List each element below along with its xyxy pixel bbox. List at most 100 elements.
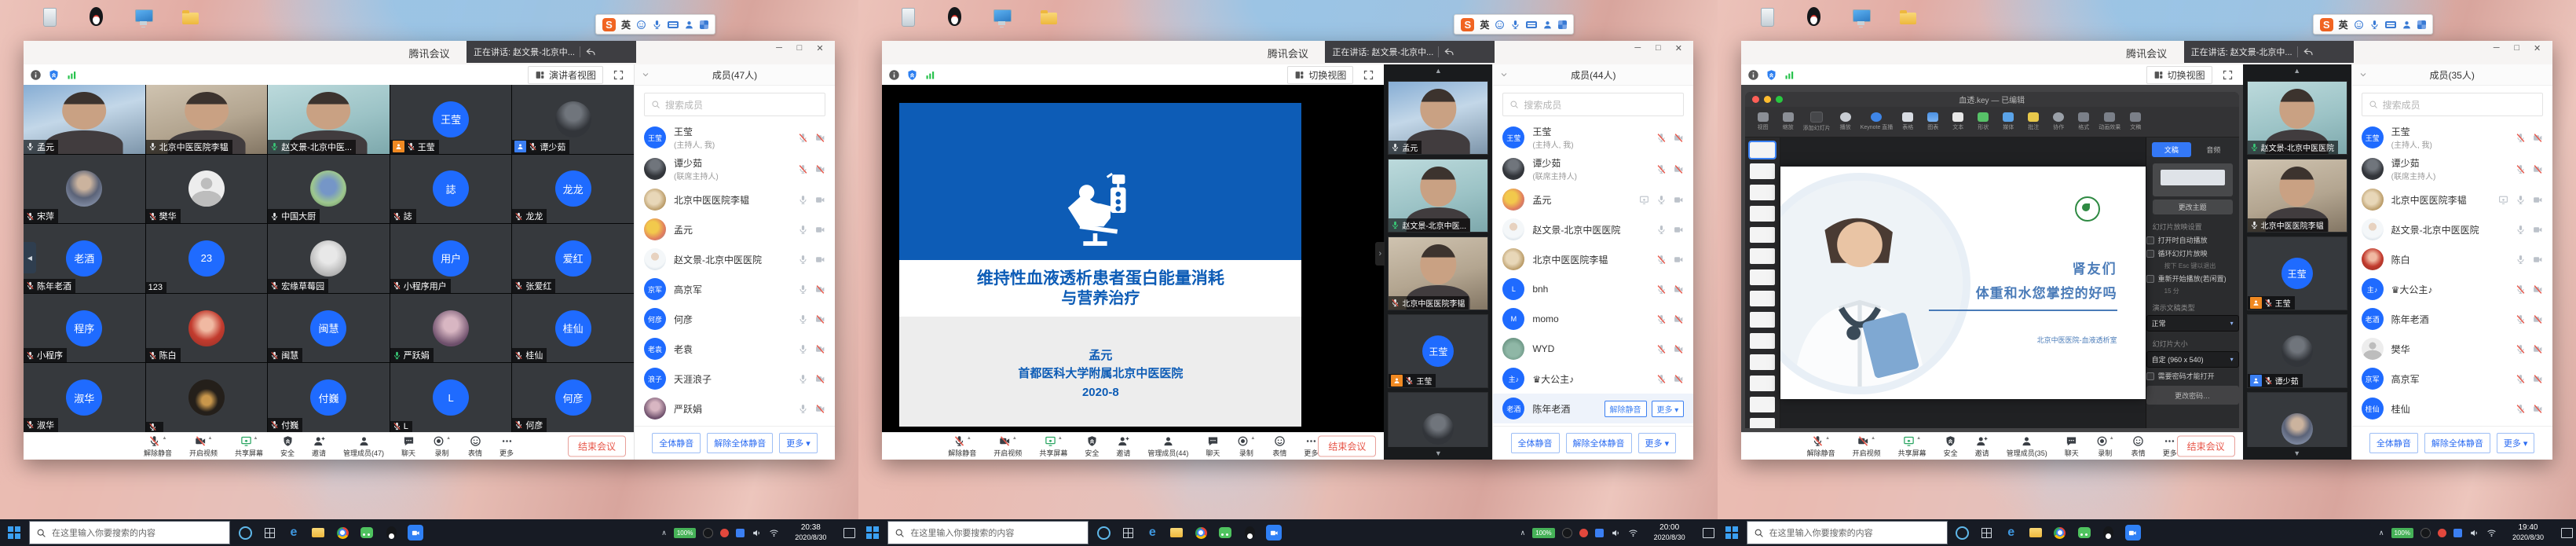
battery-indicator[interactable]: 100% [674,528,696,538]
camera-icon[interactable] [2533,284,2543,295]
mac-minimize-button[interactable] [1764,96,1771,103]
battery-indicator[interactable]: 100% [1532,528,1554,538]
this-pc-icon[interactable] [990,5,1014,31]
camera-icon[interactable] [815,284,825,295]
network-signal-icon[interactable] [924,69,936,81]
taskbar-search[interactable]: 在这里输入你要搜索的内容 [29,521,230,544]
qq-desktop-icon[interactable] [943,5,967,31]
mic-icon[interactable] [2516,133,2526,143]
camera-icon[interactable] [815,225,825,235]
wechat-icon[interactable] [2075,523,2094,542]
camera-icon[interactable] [2533,225,2543,235]
switch-view-button[interactable]: 演讲者视图 [528,66,603,84]
video-thumbnail[interactable]: 赵文景-北京中医... [1388,159,1488,233]
clock[interactable]: 19:40 2020/8/30 [2504,523,2552,542]
slide-thumbnail[interactable] [1750,206,1775,222]
input-method-bar[interactable]: S 英 [1454,14,1574,35]
ime-language-indicator[interactable]: 英 [2339,18,2348,31]
participant-tile[interactable]: 淑华 淑华 [24,363,145,432]
participant-tile[interactable]: L L [390,363,512,432]
participant-tile[interactable]: 誌 誌 [390,155,512,224]
network-icon[interactable] [2486,528,2497,538]
volume-icon[interactable] [2469,528,2479,538]
action-center-icon[interactable] [2561,528,2573,538]
emoji-icon[interactable] [1495,20,1505,30]
folder-icon[interactable] [1037,5,1061,31]
camera-icon[interactable] [815,195,825,205]
tray-expand-icon[interactable]: ∧ [661,529,667,537]
member-row[interactable]: M momo [1493,304,1693,334]
chevron-down-icon[interactable] [2358,70,2368,79]
input-method-bar[interactable]: S 英 [595,14,715,35]
unmute-button[interactable]: ▲ 解除静音 [144,435,172,458]
network-signal-icon[interactable] [1784,69,1795,81]
member-search-input[interactable]: 搜索成员 [644,93,825,116]
member-row[interactable]: 王莹 王莹 (主持人, 我) [635,122,835,153]
slide-thumbnail[interactable] [1750,291,1775,306]
inspector-row[interactable]: 正常 [2146,315,2239,332]
mic-icon[interactable] [2516,404,2526,414]
mic-icon[interactable] [798,225,808,235]
slide-thumbnail[interactable] [1750,418,1775,428]
manage-members-button[interactable]: 管理成员(47) [343,435,384,458]
fullscreen-icon[interactable] [1363,69,1374,81]
mic-icon[interactable] [798,195,808,205]
slide-thumbnail[interactable] [1750,312,1775,328]
member-row[interactable]: 北京中医医院李韫 [1493,244,1693,274]
participant-tile[interactable] [146,363,268,432]
keynote-toolbar-button[interactable]: 动画效果 [2098,112,2120,131]
active-speaker-bar[interactable]: 正在讲话: 赵文景-北京中... [467,41,636,63]
participant-tile[interactable]: 闽慧 闽慧 [268,294,390,363]
share-screen-button[interactable]: ▲ 共享屏幕 [1039,435,1067,458]
close-button[interactable]: ✕ [810,43,830,53]
jump-to-speaker-icon[interactable] [2303,46,2314,57]
file-explorer-icon[interactable] [1167,523,1186,542]
keynote-toolbar-button[interactable]: 视图 [1753,112,1773,131]
tray-app-icon[interactable] [1595,529,1604,537]
mic-icon[interactable] [2516,164,2526,174]
mic-icon[interactable] [1656,344,1667,354]
keynote-toolbar-button[interactable]: 批注 [2023,112,2044,131]
member-row[interactable]: 陈白 [2352,244,2552,274]
mac-zoom-button[interactable] [1776,96,1783,103]
jump-to-speaker-icon[interactable] [585,46,596,57]
tray-app-icon[interactable] [2438,529,2446,537]
mic-icon[interactable] [1656,314,1667,324]
video-thumbnail[interactable]: 王莹 王莹 [2247,236,2347,310]
edge-icon[interactable]: e [284,523,303,542]
mic-icon[interactable] [798,164,808,174]
inspector-row[interactable]: 需要密码才能打开 [2146,371,2239,381]
chevron-down-icon[interactable] [1499,70,1509,79]
chat-button[interactable]: 聊天 [2065,435,2079,458]
slide-thumbnail[interactable] [1750,227,1775,243]
slide-thumbnail[interactable] [1750,269,1775,285]
this-pc-icon[interactable] [1850,5,1873,31]
reactions-button[interactable]: 表情 [2131,435,2146,458]
participant-tile[interactable]: 桂仙 桂仙 [512,294,634,363]
tab-audio[interactable]: 音频 [2194,142,2234,157]
member-action-button[interactable]: 更多 ▾ [1652,401,1685,417]
video-thumbnail[interactable]: 谭少茹 [2247,314,2347,388]
inspector-row[interactable]: 演示文稿类型 [2153,302,2233,313]
fullscreen-icon[interactable] [613,69,624,81]
camera-icon[interactable] [1674,225,1684,235]
participant-tile[interactable]: 中国大厨 [268,155,390,224]
video-thumbnail[interactable]: 王莹 王莹 [1388,314,1488,388]
member-row[interactable]: 何彦 何彦 [635,304,835,334]
more-members-button[interactable]: 更多 ▾ [2497,433,2535,453]
participant-tile[interactable]: 宋萍 [24,155,145,224]
end-meeting-button[interactable]: 结束会议 [1318,436,1376,457]
slide-thumbnail[interactable] [1750,185,1775,200]
keynote-toolbar-button[interactable]: 添加幻灯片 [1803,112,1831,132]
member-row[interactable]: 赵文景-北京中医医院 [1493,214,1693,244]
unmute-button[interactable]: ▲ 解除静音 [948,435,976,458]
camera-icon[interactable] [1674,344,1684,354]
slide-thumbnail[interactable] [1750,163,1775,179]
change-theme-button[interactable]: 更改主题 [2153,200,2233,214]
clock[interactable]: 20:38 2020/8/30 [786,523,835,542]
participant-tile[interactable]: 老酒 陈年老酒 [24,224,145,293]
mic-icon[interactable] [1656,225,1667,235]
participant-tile[interactable]: 龙龙 龙龙 [512,155,634,224]
member-row[interactable]: L bnh [1493,274,1693,304]
camera-icon[interactable] [2533,344,2543,354]
